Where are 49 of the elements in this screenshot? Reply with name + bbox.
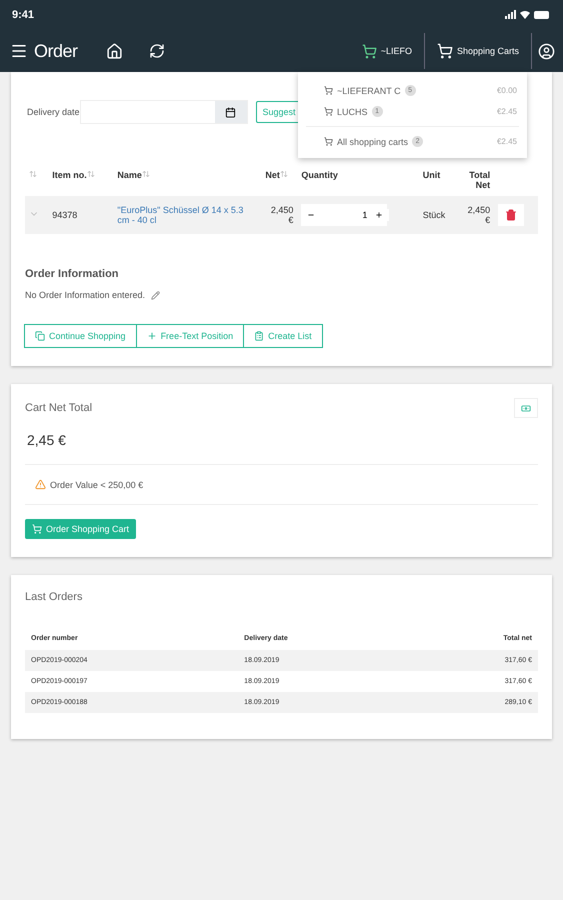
cart-button[interactable]: ~LIEFO: [356, 30, 418, 72]
user-icon[interactable]: [538, 42, 555, 60]
cart-icon: [324, 137, 333, 146]
column-header: Unit: [422, 170, 440, 180]
card-title: Last Orders: [25, 591, 82, 603]
column-header: Item no.: [52, 170, 87, 180]
page-title: Order: [34, 40, 78, 62]
cart-icon: [32, 524, 42, 534]
banknote-icon: [521, 402, 531, 414]
quantity-stepper[interactable]: 1: [301, 204, 388, 226]
info-text: No Order Information entered.: [25, 290, 146, 300]
status-time: 9:41: [12, 9, 34, 21]
sort-icon[interactable]: [86, 170, 95, 178]
sort-icon[interactable]: [142, 170, 150, 178]
cart-icon: [362, 44, 377, 58]
shopping-carts-button[interactable]: Shopping Carts: [430, 30, 525, 72]
calendar-icon: [225, 106, 236, 118]
warning-icon: [35, 479, 46, 490]
copy-icon: [35, 331, 45, 341]
clipboard-icon: [254, 331, 264, 341]
unit: Stück: [422, 210, 446, 220]
home-icon[interactable]: [106, 42, 123, 60]
item-number: 94378: [52, 210, 78, 220]
sort-icon[interactable]: [280, 170, 288, 178]
cart-icon: [324, 86, 333, 95]
delete-button[interactable]: [498, 204, 524, 226]
cart-icon: [324, 107, 333, 116]
delivery-date-label: Delivery date: [27, 107, 80, 117]
plus-icon[interactable]: [375, 210, 384, 220]
net-price: 2,450 €: [270, 205, 294, 225]
trash-icon: [505, 209, 518, 221]
warning-text: Order Value < 250,00 €: [50, 480, 144, 490]
edit-icon[interactable]: [151, 290, 160, 300]
plus-icon: [146, 331, 157, 341]
cash-button[interactable]: [514, 398, 538, 418]
total-price: 2,450 €: [468, 205, 490, 225]
column-header: Total Net: [469, 170, 490, 190]
refresh-icon[interactable]: [148, 43, 165, 59]
net-total: 2,45 €: [27, 432, 66, 448]
column-header: Name: [117, 170, 142, 180]
delivery-date-field[interactable]: [80, 100, 248, 124]
cart-icon: [436, 43, 453, 59]
status-icons-drawing: [505, 10, 551, 20]
menu-icon[interactable]: [10, 42, 28, 60]
card-title: Cart Net Total: [25, 402, 92, 414]
section-title: Order Information: [25, 268, 119, 280]
column-header: Net: [265, 170, 280, 180]
column-header: Quantity: [301, 170, 338, 180]
sort-icon[interactable]: [29, 170, 37, 178]
